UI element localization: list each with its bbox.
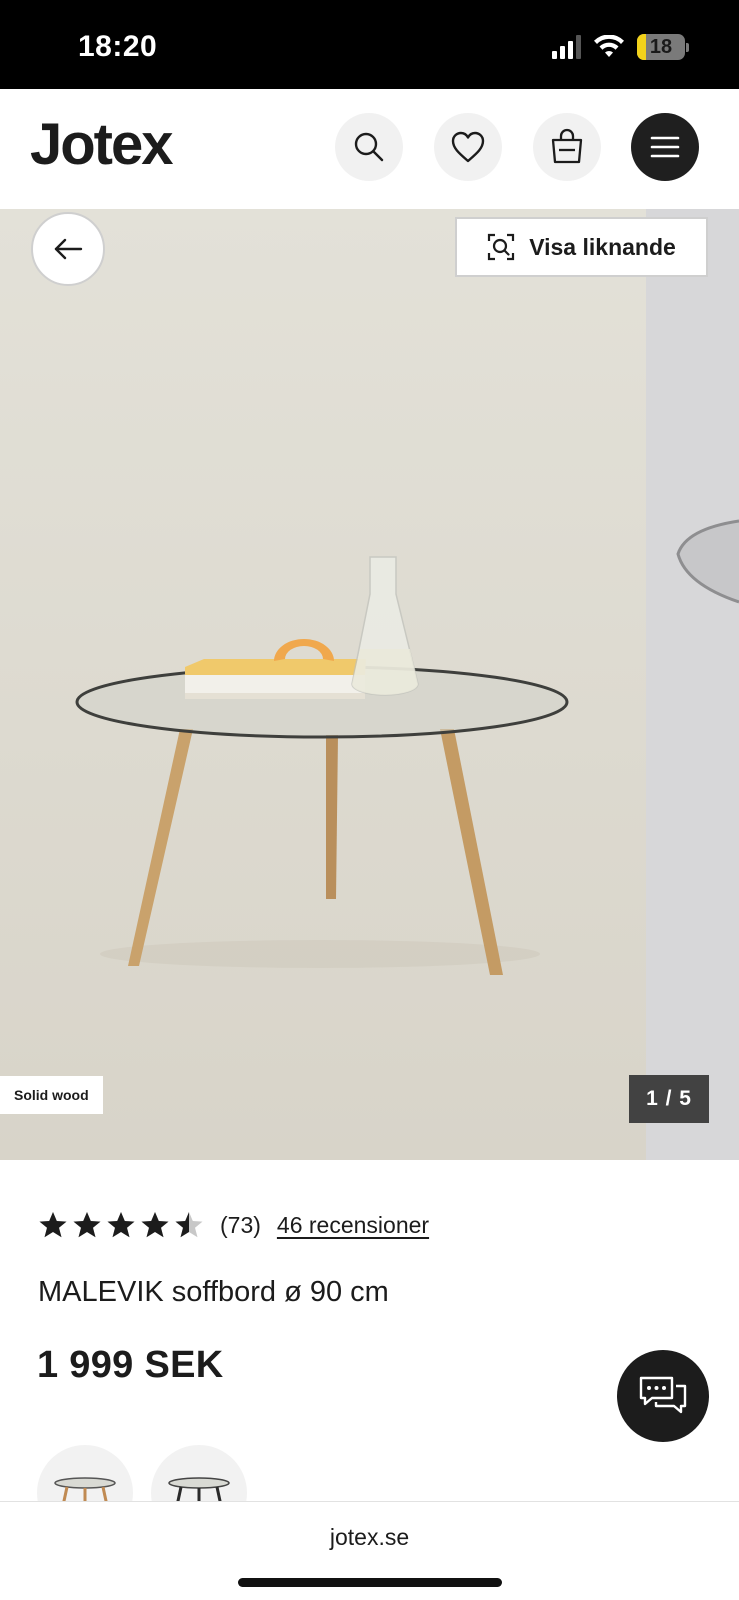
back-button[interactable] [31, 212, 105, 286]
menu-button[interactable] [631, 113, 699, 181]
chat-button[interactable] [617, 1350, 709, 1442]
product-image-gallery[interactable]: Visa liknande Solid wood 1 / 5 [0, 209, 739, 1160]
material-badge: Solid wood [0, 1076, 103, 1114]
chat-bubbles-icon [639, 1376, 687, 1414]
visa-liknande-button[interactable]: Visa liknande [455, 217, 708, 277]
product-title: MALEVIK soffbord ø 90 cm [38, 1276, 389, 1308]
shopping-bag-icon [551, 128, 583, 164]
menu-icon [650, 136, 680, 158]
cart-button[interactable] [533, 113, 601, 181]
image-counter: 1 / 5 [629, 1075, 709, 1123]
star-icon [107, 1212, 135, 1238]
visa-liknande-label: Visa liknande [529, 233, 676, 260]
star-icon [141, 1212, 169, 1238]
browser-url-bar[interactable]: jotex.se [0, 1501, 739, 1600]
battery-level [637, 34, 646, 60]
cellular-signal-icon [552, 35, 581, 59]
battery-icon: 18 [637, 34, 685, 60]
status-time: 18:20 [78, 30, 158, 63]
visual-search-icon [488, 233, 515, 261]
wishlist-button[interactable] [434, 113, 502, 181]
url-text[interactable]: jotex.se [0, 1524, 739, 1551]
next-image-preview [676, 519, 739, 604]
rating-stars [38, 1210, 204, 1240]
reviews-link[interactable]: 46 recensioner [277, 1212, 429, 1239]
search-button[interactable] [335, 113, 403, 181]
star-icon [39, 1212, 67, 1238]
site-header: Jotex [0, 89, 739, 209]
status-bar: 18:20 18 [0, 0, 739, 89]
rating-count: (73) [220, 1211, 261, 1238]
battery-tip [686, 42, 689, 52]
status-indicators: 18 [552, 34, 689, 60]
product-price: 1 999 SEK [37, 1344, 224, 1386]
heart-icon [451, 131, 485, 163]
battery-percent: 18 [649, 35, 673, 58]
next-product-image[interactable] [646, 209, 739, 1160]
home-indicator[interactable] [238, 1578, 502, 1587]
star-icon [73, 1212, 101, 1238]
product-image [0, 209, 646, 1160]
wifi-icon [594, 35, 624, 57]
arrow-left-icon [54, 238, 83, 260]
jotex-logo[interactable]: Jotex [30, 111, 174, 178]
search-icon [354, 132, 384, 162]
star-icon [175, 1212, 203, 1238]
product-rating[interactable]: (73) 46 recensioner [38, 1210, 429, 1240]
